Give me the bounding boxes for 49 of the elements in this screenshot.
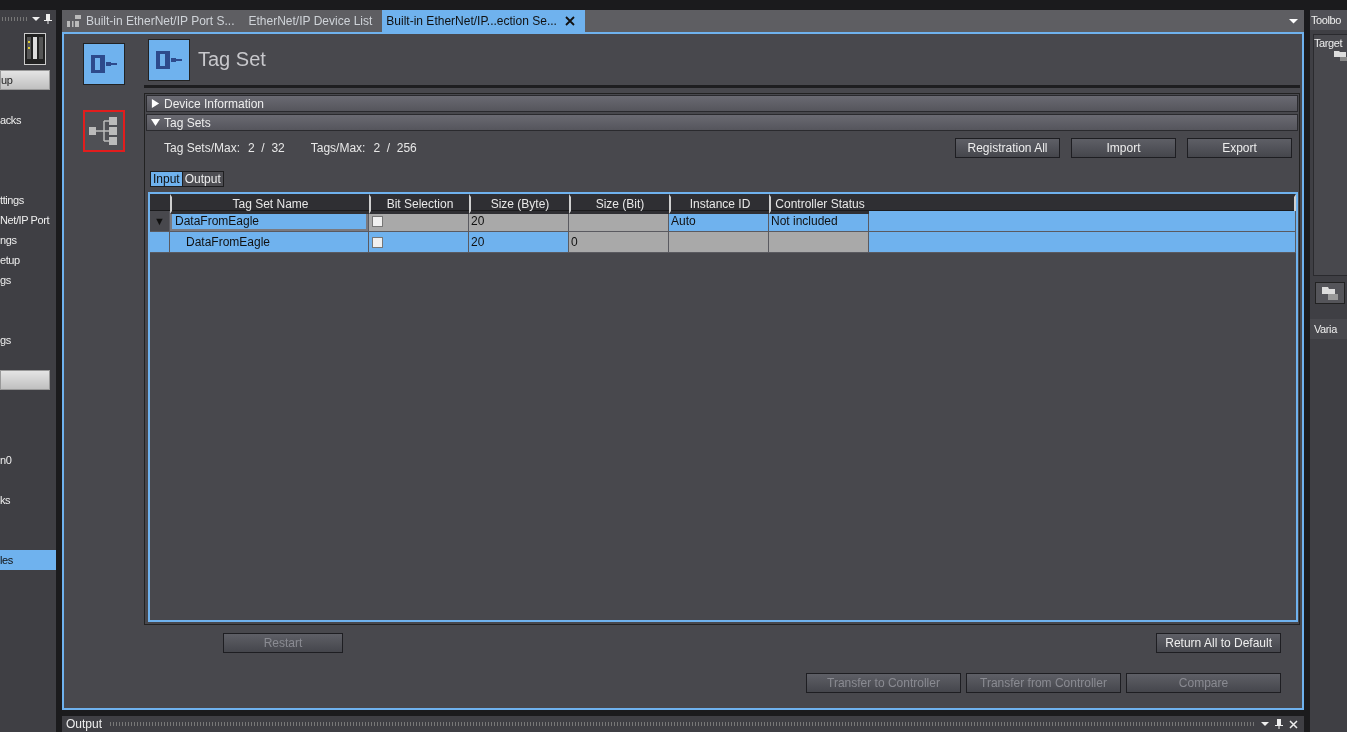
column-header[interactable]: Tag Set Name bbox=[170, 194, 369, 214]
action-button[interactable]: Return All to Default bbox=[1156, 633, 1281, 653]
table-cell: DataFromEagle bbox=[170, 232, 369, 252]
stat-value: 2 / 256 bbox=[373, 141, 417, 155]
stat-value: 2 / 32 bbox=[248, 141, 285, 155]
tree-item[interactable]: etup bbox=[0, 250, 56, 270]
stat-label: Tags/Max: bbox=[310, 141, 366, 155]
sub-tab[interactable]: Output bbox=[182, 172, 223, 186]
stat-label: Tag Sets/Max: bbox=[164, 141, 241, 155]
sub-tab[interactable]: Input bbox=[151, 172, 182, 186]
section-header[interactable]: Tag Sets bbox=[146, 114, 1298, 131]
pin-icon[interactable] bbox=[1275, 719, 1283, 729]
action-button[interactable]: Import bbox=[1071, 138, 1176, 158]
tree-item[interactable]: ks bbox=[0, 490, 56, 510]
controller-icon bbox=[24, 33, 46, 65]
action-button[interactable]: Registration All bbox=[955, 138, 1060, 158]
page-title: Tag Set bbox=[198, 48, 266, 71]
connection-tree-icon[interactable] bbox=[83, 110, 125, 152]
folder-icon bbox=[1334, 49, 1347, 61]
folder-icon[interactable] bbox=[1315, 282, 1345, 304]
tag-set-icon bbox=[148, 38, 190, 81]
tree-item[interactable]: Target bbox=[1314, 37, 1347, 49]
tree-item[interactable]: Net/IP Port bbox=[0, 210, 56, 230]
tree-item[interactable]: n0 bbox=[0, 450, 56, 470]
tree-item[interactable]: acks bbox=[0, 110, 56, 130]
checkbox[interactable] bbox=[372, 215, 383, 227]
table-cell: 20 bbox=[469, 232, 569, 252]
dropdown-icon[interactable] bbox=[1289, 18, 1298, 24]
section-header[interactable]: Device Information bbox=[146, 95, 1298, 112]
document-tab[interactable]: EtherNet/IP Device List bbox=[244, 10, 383, 32]
tree-item[interactable]: gs bbox=[0, 330, 56, 350]
panel-title: Output bbox=[66, 717, 103, 731]
tree-item[interactable]: up bbox=[0, 70, 50, 90]
document-tab[interactable]: Built-in EtherNet/IP...ection Se... bbox=[382, 10, 585, 32]
action-button[interactable]: Export bbox=[1187, 138, 1292, 158]
checkbox[interactable] bbox=[372, 236, 383, 248]
panel-title: Varia bbox=[1310, 319, 1347, 339]
pin-icon[interactable] bbox=[44, 14, 52, 24]
dropdown-icon[interactable] bbox=[32, 16, 40, 22]
panel-title: Toolbo bbox=[1310, 10, 1347, 30]
tree-item[interactable]: ngs bbox=[0, 230, 56, 250]
dropdown-icon[interactable] bbox=[1261, 721, 1269, 727]
tree-item[interactable]: gs bbox=[0, 270, 56, 290]
table-cell: 0 bbox=[569, 232, 669, 252]
tree-item[interactable]: les bbox=[0, 550, 56, 570]
tree-item[interactable]: ttings bbox=[0, 190, 56, 210]
tag-set-icon[interactable] bbox=[83, 43, 125, 85]
close-icon[interactable] bbox=[564, 16, 575, 26]
document-tab[interactable]: Built-in EtherNet/IP Port S... bbox=[62, 10, 245, 32]
